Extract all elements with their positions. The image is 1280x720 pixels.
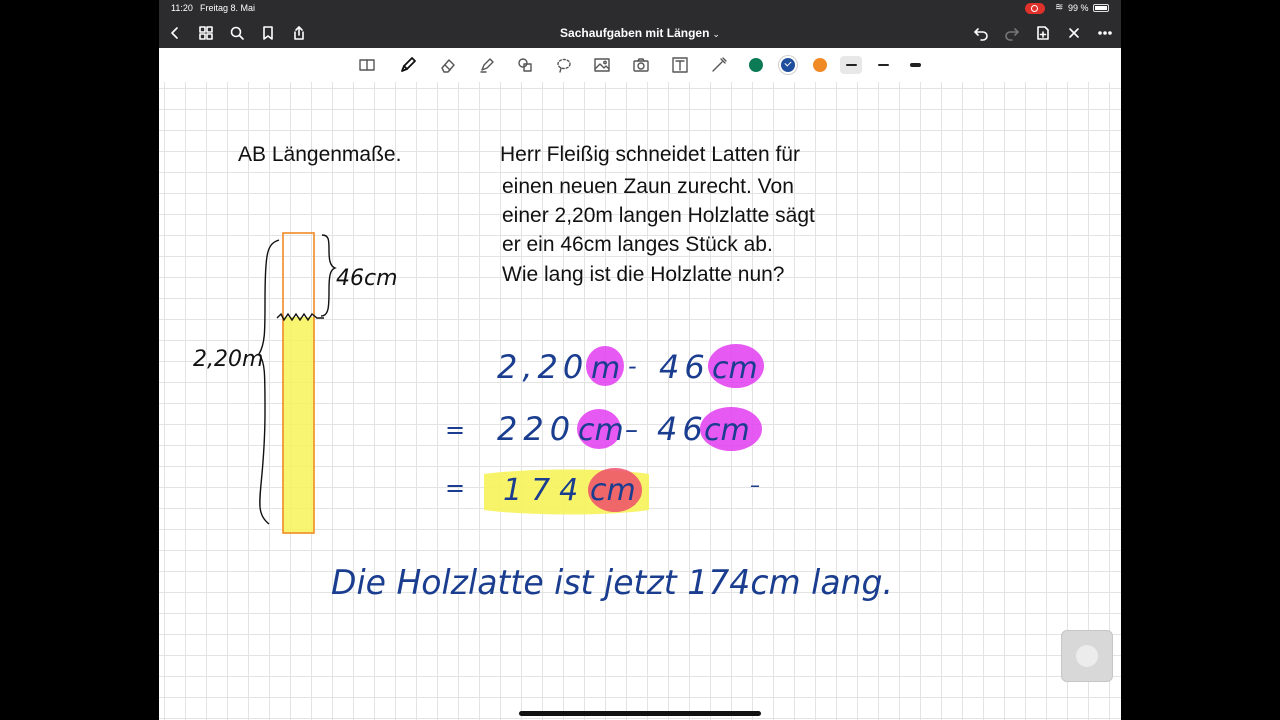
eraser-tool[interactable] xyxy=(437,54,459,76)
calc-line3-eq: = xyxy=(445,474,465,502)
image-icon xyxy=(594,58,610,72)
color-blue-swatch[interactable] xyxy=(781,58,795,72)
calc-line3-number: 174 xyxy=(503,473,587,508)
page-scroll-button[interactable] xyxy=(1061,630,1113,682)
status-date: Freitag 8. Mai xyxy=(200,3,256,13)
brace-large xyxy=(258,239,280,525)
undo-button[interactable] xyxy=(969,21,993,45)
brace-small xyxy=(320,234,337,317)
read-mode-icon xyxy=(359,59,375,71)
stroke-medium-icon xyxy=(877,63,889,67)
calc-line1-unit: m xyxy=(591,351,620,386)
answer-sentence: Die Holzlatte ist jetzt 174cm lang. xyxy=(331,563,893,603)
redo-button[interactable] xyxy=(1000,21,1024,45)
screen-recording-icon xyxy=(1025,3,1045,14)
add-page-icon xyxy=(1037,26,1049,40)
screen: 11:20 Freitag 8. Mai ≋ 99 % Sachaufgaben… xyxy=(159,0,1121,720)
calc-line3-dash: – xyxy=(750,473,760,497)
read-mode-tool[interactable] xyxy=(356,54,378,76)
redo-icon xyxy=(1005,28,1019,41)
lasso-icon xyxy=(557,58,571,73)
color-orange-swatch[interactable] xyxy=(813,58,827,72)
board-remaining-fill xyxy=(283,317,314,533)
handwriting-layer: 46cm 2,20m 2,20 m - 46 cm = 220 cm – 46 … xyxy=(193,232,893,603)
battery-percent: 99 % xyxy=(1068,3,1089,13)
chevron-down-icon: ⌄ xyxy=(712,29,720,39)
eraser-icon xyxy=(441,59,455,73)
navigation-bar: Sachaufgaben mit Längen ⌄ xyxy=(159,17,1121,48)
close-icon xyxy=(1069,28,1079,38)
more-icon xyxy=(1098,31,1112,35)
stroke-thick-button[interactable] xyxy=(904,56,926,74)
wifi-icon: ≋ xyxy=(1055,2,1064,13)
calc-line2-unit2: cm xyxy=(704,413,750,448)
add-page-button[interactable] xyxy=(1031,21,1055,45)
home-indicator[interactable] xyxy=(519,711,761,716)
tool-bar xyxy=(159,48,1121,83)
status-bar: 11:20 Freitag 8. Mai ≋ 99 % xyxy=(159,0,1121,17)
label-2-20m: 2,20m xyxy=(193,347,263,372)
pen-icon xyxy=(401,57,416,72)
stroke-thin-icon xyxy=(845,64,857,66)
calc-line2-eq: = xyxy=(445,416,465,444)
pen-tool[interactable] xyxy=(397,54,419,76)
calc-line2-op: – xyxy=(625,415,638,445)
image-tool[interactable] xyxy=(591,54,613,76)
calc-line1-number: 2,20 xyxy=(497,348,588,386)
highlighter-icon xyxy=(480,58,494,73)
camera-icon xyxy=(633,58,649,72)
board-sketch: 46cm 2,20m xyxy=(193,232,398,534)
close-button[interactable] xyxy=(1062,21,1086,45)
stroke-medium-button[interactable] xyxy=(872,56,894,74)
camera-tool[interactable] xyxy=(630,54,652,76)
more-button[interactable] xyxy=(1093,21,1117,45)
text-icon xyxy=(672,57,688,73)
notebook-page[interactable]: AB Längenmaße. Herr Fleißig schneidet La… xyxy=(159,82,1121,720)
calculation: 2,20 m - 46 cm = 220 cm – 46 cm = 174 cm xyxy=(445,344,764,515)
shapes-tool[interactable] xyxy=(514,54,536,76)
highlighter-tool[interactable] xyxy=(476,54,498,76)
color-green-swatch[interactable] xyxy=(749,58,763,72)
calc-line2-number: 220 xyxy=(497,410,576,448)
calc-line1-op: - xyxy=(628,352,637,380)
stroke-thin-button[interactable] xyxy=(840,56,862,74)
calc-line2-unit: cm xyxy=(578,413,624,448)
laser-pointer-tool[interactable] xyxy=(708,54,730,76)
lasso-tool[interactable] xyxy=(553,54,575,76)
calc-line2-number2: 46 xyxy=(657,410,708,448)
stroke-thick-icon xyxy=(909,63,921,67)
laser-pointer-icon xyxy=(712,57,727,72)
calc-line1-number2: 46 xyxy=(659,348,710,386)
calc-line1-unit2: cm xyxy=(712,351,758,386)
battery-icon xyxy=(1093,4,1109,12)
shapes-icon xyxy=(518,58,532,72)
text-tool[interactable] xyxy=(669,54,691,76)
undo-icon xyxy=(974,28,988,41)
calc-line3-unit: cm xyxy=(590,473,636,508)
document-title-text: Sachaufgaben mit Längen xyxy=(560,26,710,40)
label-46cm: 46cm xyxy=(336,266,398,291)
status-time: 11:20 xyxy=(171,3,193,13)
